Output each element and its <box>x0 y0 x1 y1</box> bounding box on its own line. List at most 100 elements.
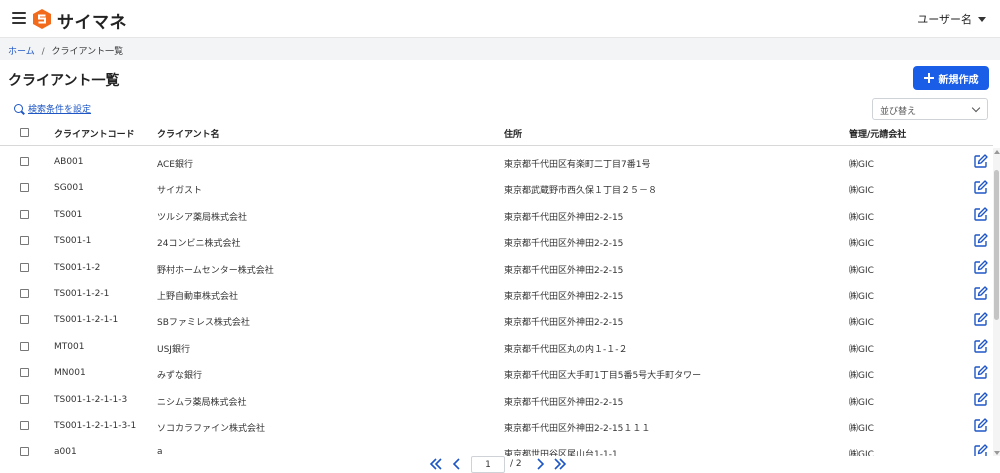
table-row[interactable]: TS001-1-2-1-1 SBファミレス株式会社 東京都千代田区外神田2-2-15… <box>0 306 993 332</box>
client-code-cell: TS001-1-2-1-1 <box>54 315 119 326</box>
search-conditions-label: 検索条件を設定 <box>28 105 92 115</box>
row-checkbox[interactable] <box>20 157 29 166</box>
row-checkbox[interactable] <box>20 315 29 325</box>
company-cell: ㈱GIC <box>849 371 874 382</box>
row-checkbox[interactable] <box>20 394 29 404</box>
hamburger-menu-icon[interactable] <box>12 12 26 26</box>
column-header-code[interactable]: クライアントコード <box>54 127 135 140</box>
table-row[interactable]: TS001-1-2 野村ホームセンター株式会社 東京都千代田区外神田2-2-15 ㈱G… <box>0 254 993 280</box>
first-page-icon[interactable] <box>429 458 443 470</box>
table-row[interactable]: TS001 ツルシア薬局株式会社 東京都千代田区外神田2-2-15 ㈱GIC <box>0 201 993 227</box>
breadcrumb-home-link[interactable]: ホーム <box>8 47 35 57</box>
scroll-down-icon[interactable] <box>994 451 1000 455</box>
edit-icon[interactable] <box>973 391 989 407</box>
address-cell: 東京都千代田区外神田2-2-15 <box>504 239 624 250</box>
select-all-checkbox[interactable] <box>20 128 29 137</box>
pagination: 1 / 2 <box>0 456 1000 473</box>
client-code-cell: AB001 <box>54 157 84 167</box>
table-row[interactable]: AB001 ACE銀行 東京都千代田区有楽町二丁目7番1号 ㈱GIC <box>0 148 993 174</box>
row-checkbox[interactable] <box>20 262 29 272</box>
row-checkbox[interactable] <box>20 183 29 193</box>
client-code-cell: TS001-1-2-1-1-3-1 <box>54 421 137 431</box>
address-cell: 東京都千代田区丸の内１-１-２ <box>504 344 628 355</box>
edit-icon[interactable] <box>973 206 989 222</box>
page-title: クライアント一覧 <box>8 73 120 89</box>
client-code-cell: MN001 <box>54 368 86 379</box>
address-cell: 東京都千代田区外神田2-2-15 <box>504 212 624 223</box>
client-name-cell: USJ銀行 <box>157 344 190 355</box>
breadcrumb-separator: / <box>41 47 45 57</box>
client-name-cell: 上野自動車株式会社 <box>157 292 239 302</box>
company-cell: ㈱GIC <box>849 318 874 329</box>
company-cell: ㈱GIC <box>849 265 874 276</box>
company-cell: ㈱GIC <box>849 212 874 223</box>
scroll-up-icon[interactable] <box>994 150 1000 154</box>
new-client-button[interactable]: 新規作成 <box>913 66 989 90</box>
row-checkbox[interactable] <box>20 289 29 298</box>
address-cell: 東京都千代田区外神田2-2-15 <box>504 397 624 408</box>
company-cell: ㈱GIC <box>849 397 874 408</box>
sort-select[interactable]: 並び替え <box>872 98 988 120</box>
table-row[interactable]: TS001-1-2-1-1-3 ニシムラ薬局株式会社 東京都千代田区外神田2-2-1… <box>0 386 993 412</box>
edit-icon[interactable] <box>973 232 989 248</box>
row-checkbox[interactable] <box>20 236 29 246</box>
client-name-cell: ニシムラ薬局株式会社 <box>157 397 247 408</box>
table-header: クライアントコード クライアント名 住所 管理/元請会社 <box>0 120 993 146</box>
plus-icon <box>923 73 934 83</box>
sort-select-value: 並び替え <box>880 107 917 117</box>
breadcrumb: ホーム / クライアント一覧 <box>0 38 1000 60</box>
page-total: / 2 <box>510 459 522 469</box>
edit-icon[interactable] <box>973 364 989 380</box>
next-page-icon[interactable] <box>533 458 547 470</box>
company-cell: ㈱GIC <box>849 344 874 355</box>
previous-page-icon[interactable] <box>450 458 464 470</box>
table-row[interactable]: TS001-1 24コンビニ株式会社 東京都千代田区外神田2-2-15 ㈱GIC <box>0 227 993 253</box>
edit-icon[interactable] <box>973 311 989 327</box>
client-name-cell: ソコカラファイン株式会社 <box>157 424 266 434</box>
client-name-cell: SBファミレス株式会社 <box>157 318 250 329</box>
app-name[interactable]: サイマネ <box>57 8 127 33</box>
table-row[interactable]: SG001 サイガスト 東京都武蔵野市西久保１丁目２５－８ ㈱GIC <box>0 174 993 200</box>
search-conditions-link[interactable]: 検索条件を設定 <box>14 102 91 115</box>
column-header-name[interactable]: クライアント名 <box>157 127 220 140</box>
table-row[interactable]: TS001-1-2-1-1-3-1 ソコカラファイン株式会社 東京都千代田区外神田2… <box>0 412 993 438</box>
address-cell: 東京都武蔵野市西久保１丁目２５－８ <box>504 186 658 197</box>
user-menu[interactable]: ユーザー名 <box>917 11 986 27</box>
address-cell: 東京都千代田区外神田2-2-15 <box>504 318 624 329</box>
scrollbar-thumb[interactable] <box>994 170 999 320</box>
table-row[interactable]: MT001 USJ銀行 東京都千代田区丸の内１-１-２ ㈱GIC <box>0 333 993 359</box>
new-button-label: 新規作成 <box>938 74 979 86</box>
address-cell: 東京都千代田区外神田2-2-15 <box>504 292 624 302</box>
address-cell: 東京都千代田区外神田2-2-15 <box>504 265 624 276</box>
table-body: AB001 ACE銀行 東京都千代田区有楽町二丁目7番1号 ㈱GIC SG001 サイガス… <box>0 148 993 458</box>
client-name-cell: 24コンビニ株式会社 <box>157 239 241 250</box>
page-number-input[interactable]: 1 <box>471 456 505 473</box>
client-code-cell: SG001 <box>54 183 84 194</box>
row-checkbox[interactable] <box>20 368 29 378</box>
client-code-cell: TS001-1-2 <box>54 262 101 273</box>
row-checkbox[interactable] <box>20 341 29 351</box>
last-page-icon[interactable] <box>553 458 567 470</box>
edit-icon[interactable] <box>973 259 989 275</box>
client-name-cell: サイガスト <box>157 186 203 197</box>
edit-icon[interactable] <box>973 179 989 195</box>
client-code-cell: TS001-1-2-1 <box>54 289 110 299</box>
edit-icon[interactable] <box>973 285 989 301</box>
column-header-address[interactable]: 住所 <box>504 127 522 140</box>
edit-icon[interactable] <box>973 417 989 433</box>
app-header: サイマネ ユーザー名 <box>0 0 1000 38</box>
company-cell: ㈱GIC <box>849 160 874 170</box>
edit-icon[interactable] <box>973 153 989 169</box>
client-code-cell: TS001 <box>54 209 83 220</box>
column-header-company[interactable]: 管理/元請会社 <box>849 127 906 140</box>
row-checkbox[interactable] <box>20 209 29 219</box>
client-code-cell: MT001 <box>54 341 85 352</box>
address-cell: 東京都千代田区有楽町二丁目7番1号 <box>504 160 651 170</box>
row-checkbox[interactable] <box>20 421 29 430</box>
address-cell: 東京都千代田区大手町1丁目5番5号大手町タワー <box>504 371 702 382</box>
client-name-cell: みずな銀行 <box>157 371 203 382</box>
table-row[interactable]: MN001 みずな銀行 東京都千代田区大手町1丁目5番5号大手町タワー ㈱GIC <box>0 359 993 385</box>
edit-icon[interactable] <box>973 338 989 354</box>
table-row[interactable]: TS001-1-2-1 上野自動車株式会社 東京都千代田区外神田2-2-15 ㈱GIC <box>0 280 993 306</box>
address-cell: 東京都千代田区外神田2-2-15１１１ <box>504 424 651 434</box>
